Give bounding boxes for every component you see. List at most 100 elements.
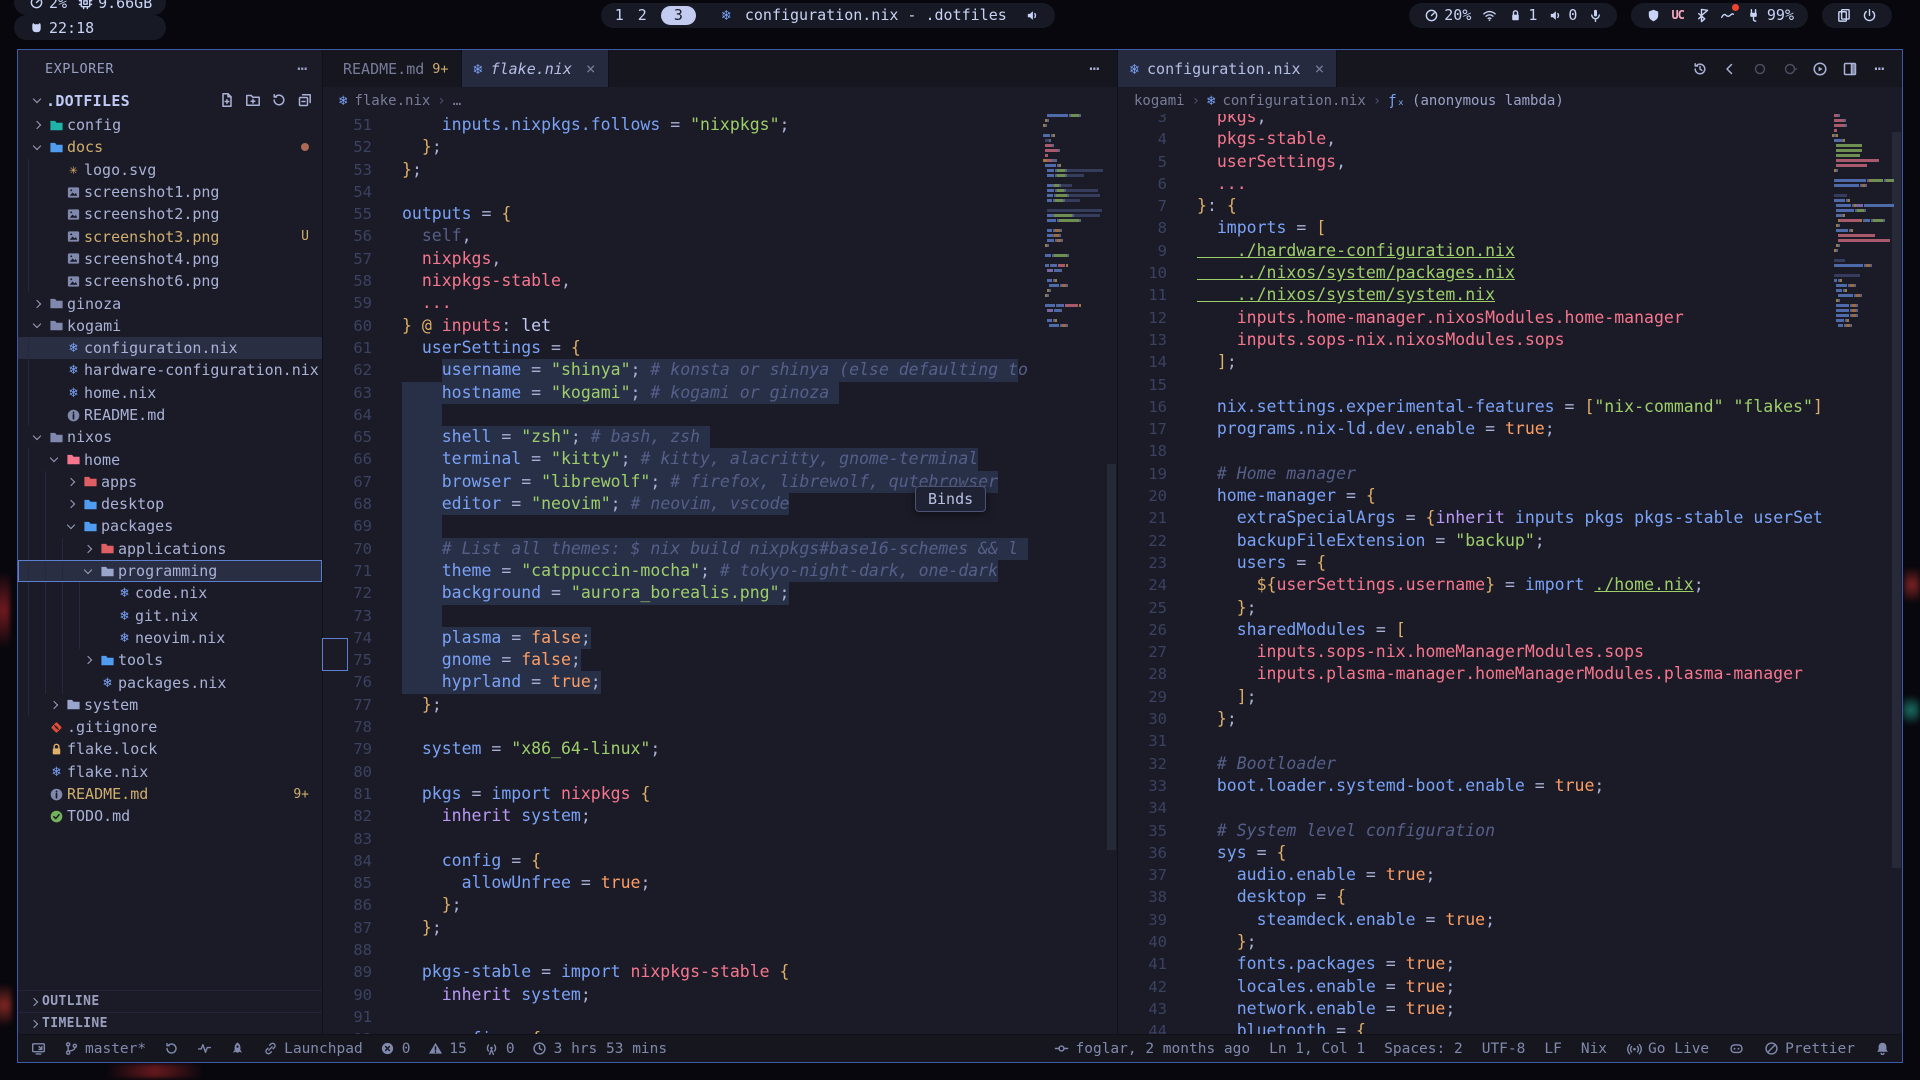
more-actions-icon[interactable]: ⋯	[1086, 60, 1103, 77]
statusbar-item-utf-8[interactable]: UTF-8	[1482, 1041, 1526, 1057]
statusbar-item-15[interactable]: 15	[427, 1041, 466, 1057]
chevron-right-icon[interactable]	[62, 501, 80, 507]
code-line-42[interactable]: 42 locales.enable = true;	[1118, 976, 1822, 998]
code-line-54[interactable]: 54	[323, 181, 1037, 203]
code-line-15[interactable]: 15	[1118, 374, 1822, 396]
new-file-icon[interactable]	[219, 92, 236, 109]
breadcrumb-item[interactable]: kogami	[1134, 93, 1185, 109]
tree-item-packages-nix[interactable]: ❄packages.nix	[18, 671, 322, 693]
code-line-75[interactable]: 75 gnome = false;	[323, 649, 1037, 671]
circle-dim-icon[interactable]	[1781, 60, 1798, 77]
statusbar-item-prettier[interactable]: Prettier	[1763, 1041, 1855, 1057]
code-line-83[interactable]: 83	[323, 828, 1037, 850]
code-line-29[interactable]: 29 ];	[1118, 686, 1822, 708]
code-line-7[interactable]: 7}: {	[1118, 195, 1822, 217]
workspace-root-row[interactable]: .DOTFILES	[18, 87, 322, 114]
code-line-91[interactable]: 91	[323, 1006, 1037, 1028]
tree-item-tools[interactable]: tools	[18, 649, 322, 671]
code-editor[interactable]: 51 inputs.nixpkgs.follows = "nixpkgs";52…	[323, 114, 1117, 1034]
breadcrumb-item[interactable]: flake.nix	[354, 93, 430, 109]
code-line-90[interactable]: 90 inherit system;	[323, 984, 1037, 1006]
statusbar-item-3-hrs-53-mins[interactable]: 3 hrs 53 mins	[532, 1041, 668, 1057]
code-line-63[interactable]: 63 hostname = "kogami"; # kogami or gino…	[323, 382, 1037, 404]
code-line-80[interactable]: 80	[323, 761, 1037, 783]
tree-item-code-nix[interactable]: ❄code.nix	[18, 582, 322, 604]
status-pill[interactable]: 20%10	[1409, 3, 1617, 28]
tree-item-configuration-nix[interactable]: ❄configuration.nix	[18, 337, 322, 359]
code-line-18[interactable]: 18	[1118, 440, 1822, 462]
code-line-76[interactable]: 76 hyprland = true;	[323, 671, 1037, 693]
code-line-87[interactable]: 87 };	[323, 917, 1037, 939]
breadcrumb-item[interactable]: (anonymous lambda)	[1412, 93, 1564, 109]
tree-item-kogami[interactable]: kogami	[18, 315, 322, 337]
tree-item-neovim-nix[interactable]: ❄neovim.nix	[18, 627, 322, 649]
chevron-right-icon[interactable]	[28, 301, 46, 307]
code-line-57[interactable]: 57 nixpkgs,	[323, 248, 1037, 270]
close-icon[interactable]: ×	[1315, 59, 1325, 78]
tree-item--gitignore[interactable]: .gitignore	[18, 716, 322, 738]
statusbar-item[interactable]	[229, 1041, 245, 1057]
chevron-right-icon[interactable]	[45, 702, 63, 708]
tree-item-home-nix[interactable]: ❄home.nix	[18, 382, 322, 404]
tree-item-config[interactable]: config	[18, 114, 322, 136]
code-line-19[interactable]: 19 # Home manager	[1118, 463, 1822, 485]
code-line-40[interactable]: 40 };	[1118, 931, 1822, 953]
code-line-12[interactable]: 12 inputs.home-manager.nixosModules.home…	[1118, 307, 1822, 329]
code-line-14[interactable]: 14 ];	[1118, 351, 1822, 373]
code-line-24[interactable]: 24 ${userSettings.username} = import ./h…	[1118, 574, 1822, 596]
statusbar-item-nix[interactable]: Nix	[1581, 1041, 1607, 1057]
code-line-25[interactable]: 25 };	[1118, 597, 1822, 619]
statusbar-item[interactable]	[1728, 1041, 1744, 1057]
sidebar-section-timeline[interactable]: TIMELINE	[18, 1012, 322, 1034]
statusbar-item-master-[interactable]: master*	[63, 1041, 146, 1057]
vertical-scrollbar[interactable]	[1106, 114, 1117, 1034]
code-line-34[interactable]: 34	[1118, 797, 1822, 819]
play-icon[interactable]	[1811, 60, 1828, 77]
statusbar-item-go-live[interactable]: Go Live	[1626, 1041, 1709, 1057]
code-line-51[interactable]: 51 inputs.nixpkgs.follows = "nixpkgs";	[323, 114, 1037, 136]
statusbar-item[interactable]	[1874, 1041, 1890, 1057]
code-line-6[interactable]: 6 ...	[1118, 173, 1822, 195]
tree-item-programming[interactable]: programming	[18, 560, 322, 582]
minimap[interactable]	[1043, 114, 1105, 1034]
breadcrumb-item[interactable]: …	[453, 93, 461, 109]
code-line-84[interactable]: 84 config = {	[323, 850, 1037, 872]
more-actions-icon[interactable]: ⋯	[1871, 60, 1888, 77]
circle-dim-icon[interactable]	[1751, 60, 1768, 77]
code-line-58[interactable]: 58 nixpkgs-stable,	[323, 270, 1037, 292]
tree-item-readme-md[interactable]: README.md	[18, 404, 322, 426]
statusbar-item[interactable]	[163, 1041, 179, 1057]
tree-item-applications[interactable]: applications	[18, 538, 322, 560]
code-line-17[interactable]: 17 programs.nix-ld.dev.enable = true;	[1118, 418, 1822, 440]
statusbar-item-0[interactable]: 0	[484, 1041, 515, 1057]
statusbar-item[interactable]	[196, 1041, 212, 1057]
tree-item-ginoza[interactable]: ginoza	[18, 292, 322, 314]
tree-item-screenshot1-png[interactable]: screenshot1.png	[18, 181, 322, 203]
tree-item-nixos[interactable]: nixos	[18, 426, 322, 448]
chevron-right-icon[interactable]	[79, 546, 97, 552]
code-line-66[interactable]: 66 terminal = "kitty"; # kitty, alacritt…	[323, 448, 1037, 470]
code-line-5[interactable]: 5 userSettings,	[1118, 151, 1822, 173]
explorer-more-icon[interactable]: ⋯	[297, 59, 308, 79]
tree-item-readme-md[interactable]: README.md9+	[18, 783, 322, 805]
tree-item-logo-svg[interactable]: ✳logo.svg	[18, 159, 322, 181]
code-line-33[interactable]: 33 boot.loader.systemd-boot.enable = tru…	[1118, 775, 1822, 797]
code-line-32[interactable]: 32 # Bootloader	[1118, 753, 1822, 775]
code-line-64[interactable]: 64	[323, 404, 1037, 426]
tree-item-screenshot2-png[interactable]: screenshot2.png	[18, 203, 322, 225]
tree-item-todo-md[interactable]: TODO.md	[18, 805, 322, 827]
code-line-77[interactable]: 77 };	[323, 694, 1037, 716]
breadcrumb[interactable]: ❄flake.nix›…	[323, 87, 1117, 114]
code-line-21[interactable]: 21 extraSpecialArgs = {inherit inputs pk…	[1118, 507, 1822, 529]
status-pill[interactable]: 22:18	[14, 15, 166, 40]
code-line-9[interactable]: 9 ./hardware-configuration.nix	[1118, 240, 1822, 262]
status-pill[interactable]	[1822, 3, 1892, 28]
code-line-89[interactable]: 89 pkgs-stable = import nixpkgs-stable {	[323, 961, 1037, 983]
tree-item-apps[interactable]: apps	[18, 471, 322, 493]
code-line-78[interactable]: 78	[323, 716, 1037, 738]
code-line-30[interactable]: 30 };	[1118, 708, 1822, 730]
code-line-52[interactable]: 52 };	[323, 136, 1037, 158]
refresh-icon[interactable]	[271, 92, 288, 109]
code-line-39[interactable]: 39 steamdeck.enable = true;	[1118, 909, 1822, 931]
tree-item-system[interactable]: system	[18, 694, 322, 716]
